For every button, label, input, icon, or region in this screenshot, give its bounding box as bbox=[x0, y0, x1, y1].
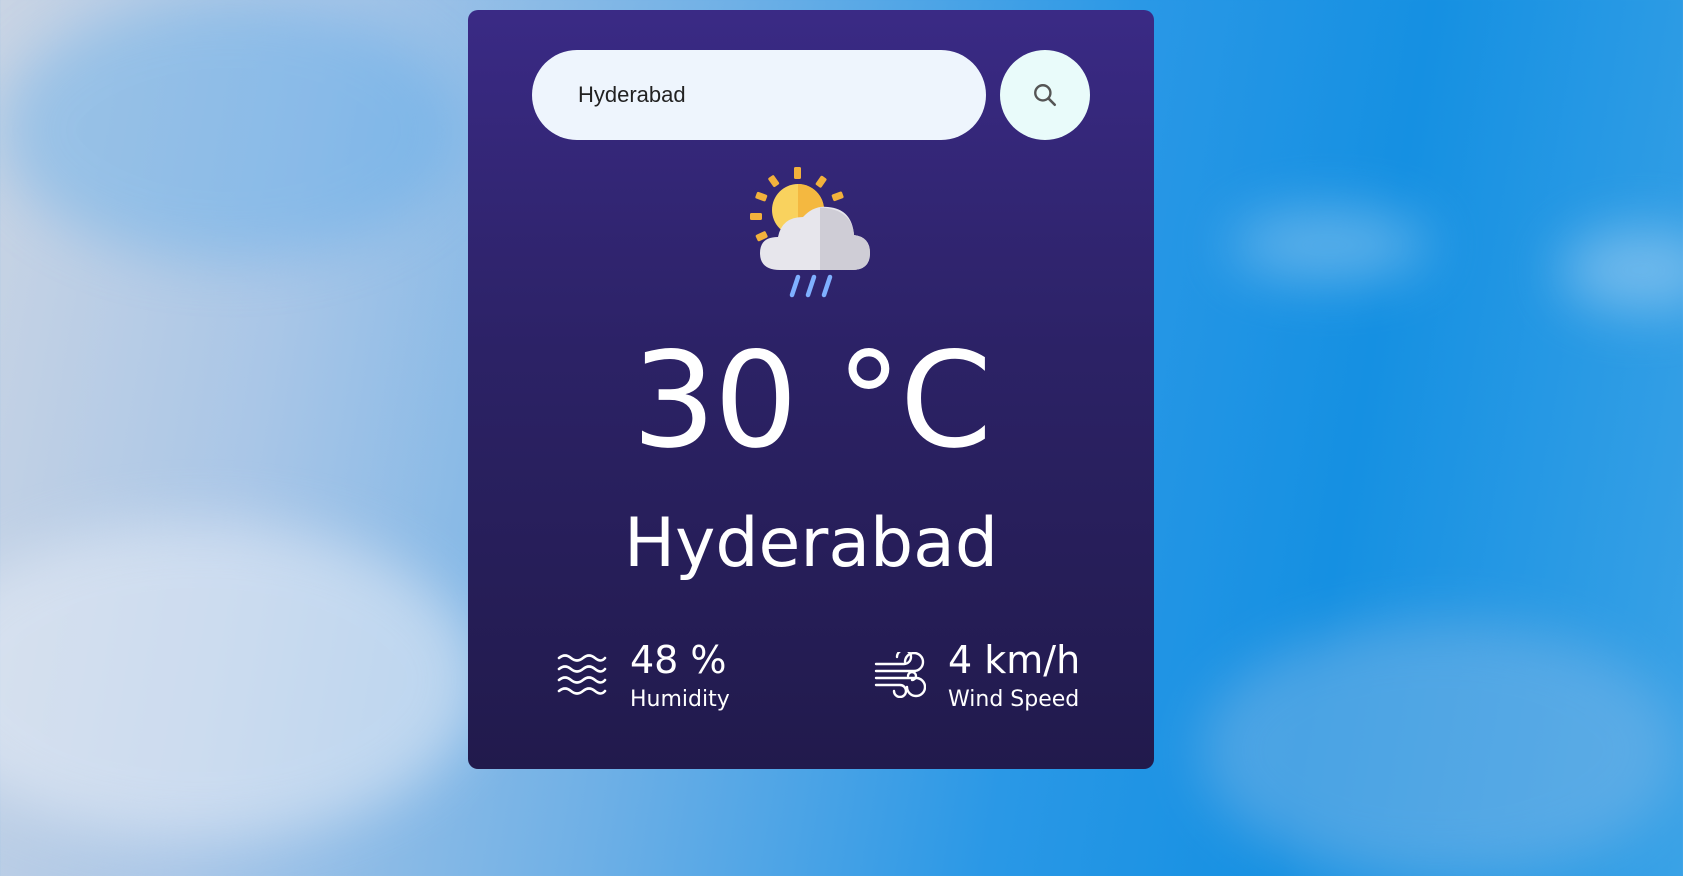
search-icon bbox=[1034, 84, 1057, 107]
city-search-input[interactable] bbox=[532, 50, 986, 140]
sky-cloud bbox=[1230, 210, 1430, 280]
wind-text: 4 km/h Wind Speed bbox=[948, 638, 1081, 714]
partly-cloudy-rain-icon bbox=[750, 167, 870, 298]
sky-haze bbox=[0, 0, 460, 260]
city-name: Hyderabad bbox=[624, 504, 998, 583]
sky-cloud bbox=[0, 520, 480, 840]
humidity-waves-icon bbox=[557, 654, 607, 695]
humidity-value: 48 % bbox=[630, 638, 727, 682]
wind-speed-label: Wind Speed bbox=[948, 686, 1080, 712]
search-button[interactable] bbox=[1000, 50, 1090, 140]
wind-icon bbox=[874, 652, 926, 698]
humidity-label: Humidity bbox=[630, 686, 730, 712]
sky-cloud bbox=[1560, 230, 1683, 310]
weather-card: 30 °C Hyderabad 48 % Humidity bbox=[468, 10, 1154, 769]
humidity-text: 48 % Humidity bbox=[630, 638, 730, 714]
sky-cloud bbox=[1200, 620, 1680, 876]
wind-speed-value: 4 km/h bbox=[948, 638, 1081, 682]
humidity-stat: 48 % Humidity bbox=[556, 638, 730, 714]
temperature-readout: 30 °C bbox=[631, 324, 992, 478]
search-bar bbox=[532, 50, 1090, 140]
wind-stat: 4 km/h Wind Speed bbox=[874, 638, 1081, 714]
